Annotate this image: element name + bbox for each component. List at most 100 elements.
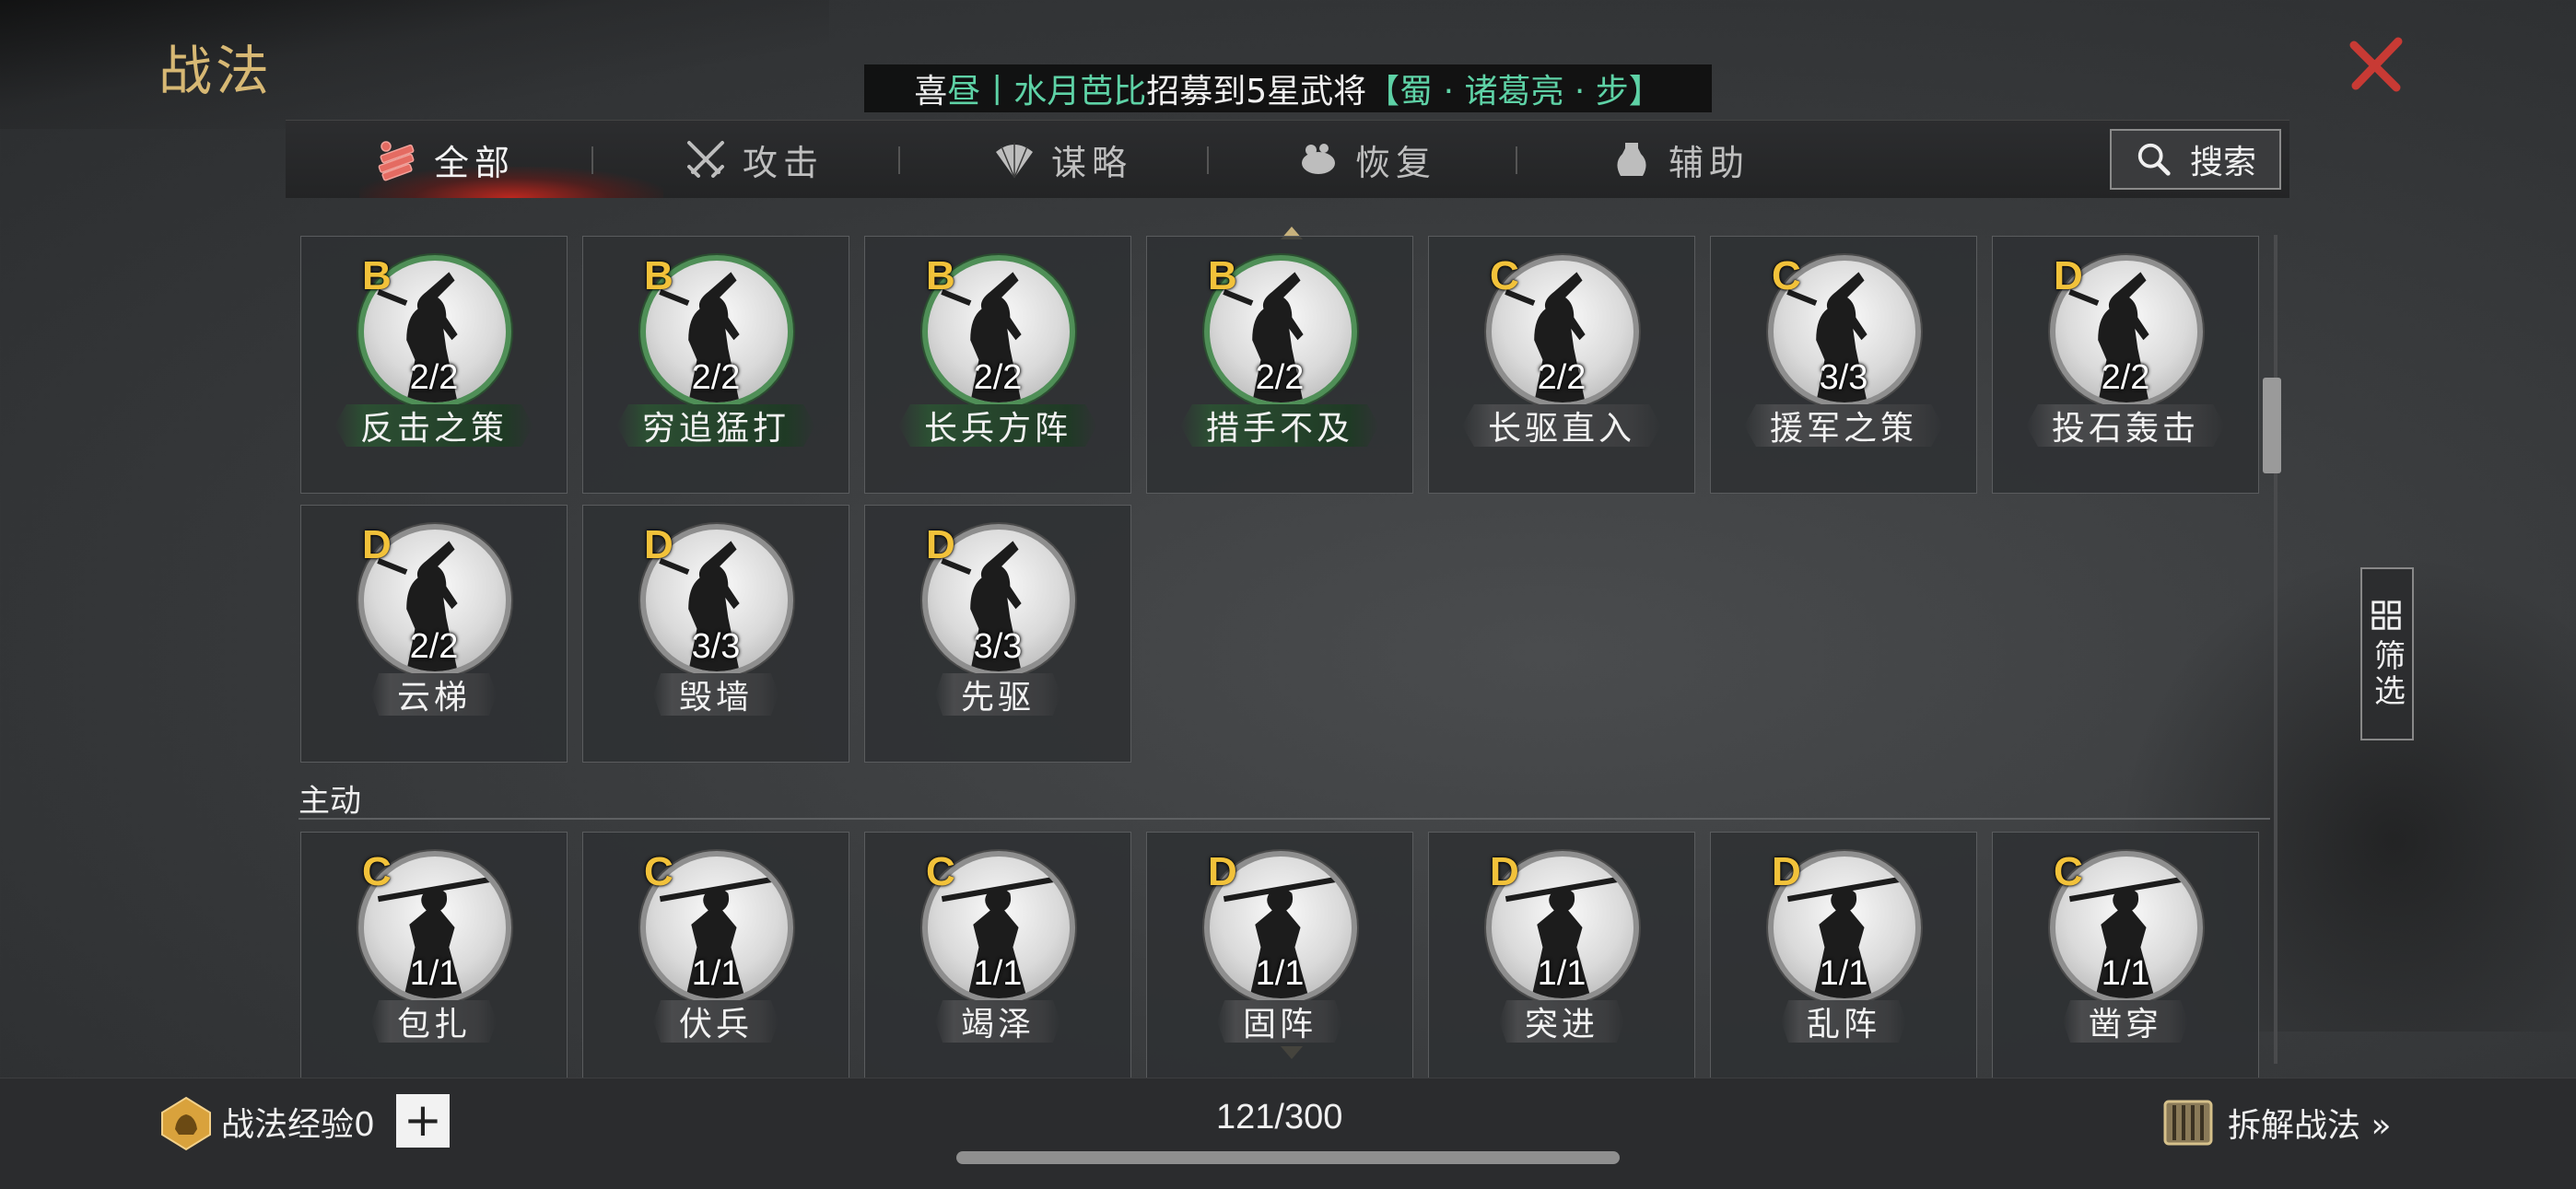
tactic-card[interactable]: C 1/1 凿穿 <box>1992 832 2259 1090</box>
tactic-card[interactable]: B 2/2 穷追猛打 <box>582 236 849 494</box>
tactic-card[interactable]: C 1/1 包扎 <box>300 832 568 1090</box>
tactic-name: 固阵 <box>1216 1000 1343 1043</box>
support-icon <box>1617 143 1646 176</box>
tab-label: 攻击 <box>743 142 825 183</box>
tactic-card[interactable]: D 2/2 投石轰击 <box>1992 236 2259 494</box>
tactic-card[interactable]: C 1/1 伏兵 <box>582 832 849 1090</box>
tactic-count: 1/1 <box>973 954 1023 993</box>
broadcast-text: 招募到5星武将 <box>1146 73 1367 111</box>
tactic-name: 投石轰击 <box>2025 404 2226 447</box>
tab-bar: 全部 攻击 谋略 恢复 辅助 <box>286 120 2289 198</box>
tactic-grade-badge: C <box>1772 253 1801 298</box>
search-button[interactable]: 搜索 <box>2110 129 2281 190</box>
tactic-card[interactable]: D 1/1 固阵 <box>1146 832 1413 1090</box>
tactic-count: 2/2 <box>1537 358 1587 397</box>
tactic-grade-badge: B <box>1208 253 1237 298</box>
tactic-grade-badge: D <box>644 522 673 567</box>
tactic-name: 措手不及 <box>1179 404 1380 447</box>
tactic-card[interactable]: D 1/1 乱阵 <box>1710 832 1977 1090</box>
tactic-count: 3/3 <box>691 627 741 666</box>
tactic-grade-badge: D <box>926 522 955 567</box>
grid-filter-icon <box>2371 600 2401 630</box>
tactic-count: 1/1 <box>1255 954 1305 993</box>
tactic-grade-badge: D <box>362 522 392 567</box>
tab-divider <box>898 146 900 174</box>
tactic-grade-badge: D <box>1208 849 1237 894</box>
recovery-icon <box>1302 144 1335 174</box>
tab-label: 辅助 <box>1669 142 1751 183</box>
tactic-name: 凿穿 <box>2062 1000 2189 1043</box>
tactic-name: 云梯 <box>370 673 498 716</box>
tactic-count: 2/2 <box>1255 358 1305 397</box>
tactic-name: 援军之策 <box>1743 404 1944 447</box>
tactic-name: 突进 <box>1498 1000 1625 1043</box>
dismantle-label: 拆解战法 » <box>2228 1107 2392 1145</box>
tactic-name: 乱阵 <box>1780 1000 1907 1043</box>
broadcast-banner: 喜昼丨水月芭比 招募到5星武将 【蜀 · 诸葛亮 · 步】 <box>864 64 1712 112</box>
tactic-card[interactable]: B 2/2 反击之策 <box>300 236 568 494</box>
tactic-count: 1/1 <box>409 954 459 993</box>
tab-divider <box>1516 146 1517 174</box>
tactic-name: 毁墙 <box>652 673 779 716</box>
tactic-grade-badge: D <box>2054 253 2083 298</box>
tactic-count: 1/1 <box>1819 954 1868 993</box>
tactic-card[interactable]: D 3/3 先驱 <box>864 505 1131 763</box>
tab-recovery[interactable]: 恢复 <box>1294 121 1436 198</box>
tactic-card[interactable]: B 2/2 长兵方阵 <box>864 236 1131 494</box>
tactic-name: 伏兵 <box>652 1000 779 1043</box>
ink-decoration <box>0 0 829 129</box>
tactic-card[interactable]: D 1/1 突进 <box>1428 832 1695 1090</box>
dismantle-scroll-icon <box>2163 1100 2213 1146</box>
tab-label: 谋略 <box>1051 142 1133 183</box>
tactic-card[interactable]: D 2/2 云梯 <box>300 505 568 763</box>
tactic-name: 反击之策 <box>334 404 534 447</box>
tab-support[interactable]: 辅助 <box>1608 121 1750 198</box>
tactic-count: 1/1 <box>2101 954 2150 993</box>
tactic-card[interactable]: B 2/2 措手不及 <box>1146 236 1413 494</box>
tab-strategy[interactable]: 谋略 <box>990 121 1132 198</box>
tactic-grade-badge: B <box>926 253 955 298</box>
tab-attack[interactable]: 攻击 <box>682 121 824 198</box>
tactic-name: 长兵方阵 <box>897 404 1098 447</box>
dismantle-tactics-button[interactable]: 拆解战法 » <box>2156 1090 2391 1155</box>
tactic-card[interactable]: C 2/2 长驱直入 <box>1428 236 1695 494</box>
tactic-count: 2/2 <box>691 358 741 397</box>
tactic-card[interactable]: D 3/3 毁墙 <box>582 505 849 763</box>
add-exp-button[interactable]: + <box>396 1094 450 1148</box>
tactic-card[interactable]: C 3/3 援军之策 <box>1710 236 1977 494</box>
tactic-count: 2/2 <box>409 358 459 397</box>
tactic-capacity: 121/300 <box>1216 1098 1343 1137</box>
tactic-exp-icon <box>157 1094 216 1153</box>
tactic-grade-badge: C <box>644 849 673 894</box>
close-button[interactable] <box>2345 32 2409 97</box>
tactic-name: 包扎 <box>370 1000 498 1043</box>
broadcast-text: 喜 <box>914 73 948 111</box>
broadcast-general-name: 【蜀 · 诸葛亮 · 步】 <box>1366 73 1662 111</box>
tab-all[interactable]: 全部 <box>373 121 515 198</box>
tactic-count: 3/3 <box>1819 358 1868 397</box>
tactic-count: 2/2 <box>409 627 459 666</box>
tactic-grade-badge: D <box>1490 849 1519 894</box>
tab-divider <box>591 146 593 174</box>
fan-icon <box>996 143 1033 179</box>
scrollbar-track[interactable] <box>2274 235 2277 1064</box>
tactic-card[interactable]: C 1/1 竭泽 <box>864 832 1131 1090</box>
tactic-name: 长驱直入 <box>1461 404 1662 447</box>
tactic-count: 2/2 <box>2101 358 2150 397</box>
tactic-grade-badge: B <box>362 253 392 298</box>
filter-label: 筛选 <box>2368 639 2406 709</box>
all-tactics-icon <box>378 141 415 181</box>
tactic-grade-badge: C <box>1490 253 1519 298</box>
tactic-name: 穷追猛打 <box>615 404 816 447</box>
home-indicator <box>956 1151 1620 1164</box>
tactic-grade-badge: C <box>2054 849 2083 894</box>
tactic-count: 1/1 <box>1537 954 1587 993</box>
scrollbar-thumb[interactable] <box>2263 378 2281 473</box>
tactic-count: 2/2 <box>973 358 1023 397</box>
tactic-grade-badge: D <box>1772 849 1801 894</box>
broadcast-player-name: 昼丨水月芭比 <box>947 73 1147 111</box>
filter-button[interactable]: 筛选 <box>2360 567 2414 740</box>
tactic-count: 1/1 <box>691 954 741 993</box>
tactic-name: 先驱 <box>934 673 1061 716</box>
tab-label: 全部 <box>434 142 516 183</box>
